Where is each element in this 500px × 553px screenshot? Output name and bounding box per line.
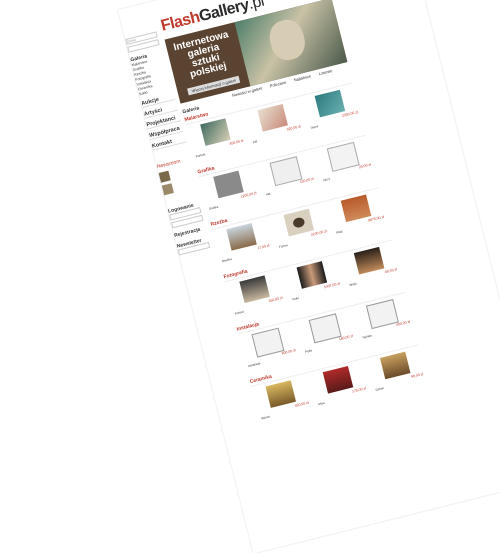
artwork-card[interactable]: 175,00 zł Misa — [311, 363, 368, 408]
artwork-image — [379, 351, 411, 380]
artwork-card[interactable]: 320,00 zł Akt — [246, 101, 303, 146]
web-page: FlashGallery.pl Szukaj Galeria Malarstwo… — [118, 0, 500, 553]
artwork-card[interactable]: 450,00 zł Portrait — [189, 115, 246, 160]
news-thumbnail — [158, 170, 171, 183]
artwork-image — [308, 313, 342, 344]
artwork-card[interactable]: 90,00 zł Dzban — [368, 349, 425, 394]
hero-text: Internetowa galeria sztuki polskiej — [172, 29, 230, 81]
artwork-card[interactable]: 450,00 zł Wazon — [254, 377, 311, 422]
artwork-image — [269, 156, 303, 187]
artwork-card[interactable]: 400,00 zł Spirala — [355, 296, 412, 341]
artwork-image — [265, 380, 297, 408]
artwork-card[interactable]: 5437,00 zł Ciało — [285, 258, 342, 303]
artwork-card[interactable]: 2100,00 zł Forma — [272, 206, 329, 251]
artwork-card[interactable]: 2300,00 zł Tęcza — [303, 87, 360, 132]
artwork-card[interactable]: 8875,00 zł Płód — [329, 192, 386, 237]
artwork-image — [226, 223, 257, 251]
artwork-image — [251, 327, 285, 358]
artwork-image — [257, 103, 288, 132]
artwork-image — [200, 118, 231, 146]
artwork-card[interactable]: 150,00 zł Akt — [259, 153, 316, 198]
artwork-card[interactable]: 450,00 zł Portret — [228, 273, 285, 318]
artwork-image — [365, 299, 399, 330]
artwork-card[interactable]: 25,00 zł Akt 2 — [316, 139, 373, 184]
artwork-image — [326, 141, 360, 172]
news-thumbnail — [161, 183, 174, 196]
artwork-card[interactable]: 180,00 zł Pętla — [298, 311, 355, 356]
artwork-image — [322, 365, 354, 394]
artwork-card[interactable]: 1200,00 zł Grafika — [202, 168, 259, 213]
artwork-card[interactable]: 80,00 zł Wizja — [342, 244, 399, 289]
artwork-image — [239, 275, 270, 304]
gallery-content: Galeria Malarstwo 450,00 zł Portrait 320,… — [182, 68, 429, 432]
artwork-card[interactable]: 600,00 zł Instalacja — [241, 325, 298, 370]
artwork-card[interactable]: 17,00 zł Rzeźba — [215, 220, 272, 265]
artwork-image — [353, 246, 385, 275]
